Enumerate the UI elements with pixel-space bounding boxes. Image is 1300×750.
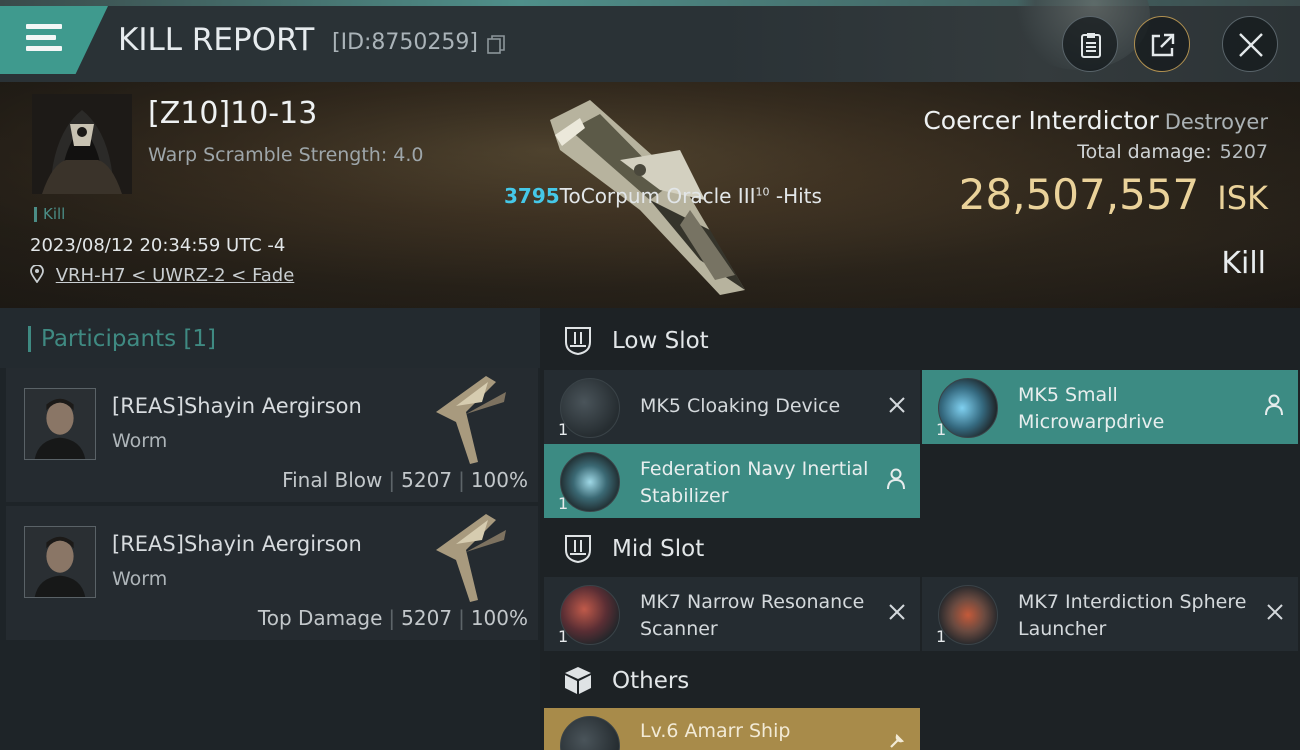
hits-summary: 3795ToCorpum Oracle III10 -Hits (504, 184, 822, 208)
participant-row[interactable]: [REAS]Shayin Aergirson Worm Top Damage | 5… (6, 506, 538, 640)
participant-avatar (24, 388, 96, 460)
isk-value: 28,507,557 (958, 170, 1200, 219)
inertial-stabilizer-icon (560, 452, 620, 512)
ship-type[interactable]: Coercer Interdictor Destroyer (923, 106, 1268, 135)
participant-role: Top Damage (257, 606, 383, 630)
participant-percent: 100% (470, 606, 528, 630)
menu-icon[interactable] (26, 24, 62, 54)
page-title: KILL REPORT (118, 22, 315, 58)
item-quantity: 1 (558, 420, 569, 439)
participant-ship-image (436, 514, 506, 602)
clipboard-button[interactable] (1062, 16, 1118, 72)
participant-avatar (24, 526, 96, 598)
participant-name: [REAS]Shayin Aergirson (112, 394, 362, 418)
mid-slot-label: Mid Slot (612, 536, 705, 562)
other-item[interactable]: Lv.6 Amarr Ship (544, 708, 920, 750)
person-icon[interactable] (1264, 394, 1284, 416)
participant-damage: 5207 (401, 468, 453, 492)
total-damage: Total damage: 5207 (1077, 141, 1268, 163)
kill-tag: Kill (34, 207, 65, 222)
low-slot-label: Low Slot (612, 328, 709, 354)
close-icon (1239, 33, 1263, 57)
participants-title: Participants [1] (28, 326, 216, 352)
fitted-item[interactable]: 1 Federation Navy Inertial Stabilizer (544, 444, 920, 518)
location-link[interactable]: VRH-H7 < UWRZ-2 < Fade (56, 265, 295, 286)
participant-ship-image (436, 376, 506, 464)
cloaking-device-icon (560, 378, 620, 438)
ship-class: Destroyer (1164, 110, 1268, 134)
item-name: Lv.6 Amarr Ship (640, 720, 791, 742)
kill-timestamp: 2023/08/12 20:34:59 UTC -4 (30, 235, 286, 256)
item-name: MK7 Narrow Resonance Scanner (640, 591, 865, 640)
result-label: Kill (1221, 246, 1266, 281)
fitted-item[interactable]: 1 MK5 Small Microwarpdrive (922, 370, 1298, 444)
mid-slot-section: Mid Slot (544, 518, 1300, 580)
mid-slot-icon (565, 535, 591, 564)
isk-unit: ISK (1217, 179, 1268, 217)
participant-percent: 100% (470, 468, 528, 492)
kill-location[interactable]: VRH-H7 < UWRZ-2 < Fade (30, 264, 295, 286)
cube-icon (565, 667, 591, 694)
clipboard-icon (1081, 33, 1101, 58)
hits-weapon: ToCorpum Oracle III (559, 184, 756, 208)
remove-x-icon[interactable] (888, 603, 906, 621)
item-quantity: 1 (558, 627, 569, 646)
low-slot-section: Low Slot (544, 310, 1300, 372)
wrench-icon[interactable] (888, 732, 906, 750)
participant-damage: 5207 (401, 606, 453, 630)
ship-name: Coercer Interdictor (923, 106, 1159, 135)
participant-row[interactable]: [REAS]Shayin Aergirson Worm Final Blow | 5… (6, 368, 538, 502)
resonance-scanner-icon (560, 585, 620, 645)
item-quantity: 1 (936, 420, 947, 439)
item-name: MK5 Cloaking Device (640, 395, 841, 417)
share-icon (1151, 33, 1175, 57)
participant-stats: Top Damage | 5207 | 100% (257, 606, 528, 630)
participant-stats: Final Blow | 5207 | 100% (282, 468, 528, 492)
fitted-item[interactable]: 1 MK7 Narrow Resonance Scanner (544, 577, 920, 651)
copy-icon[interactable] (487, 35, 505, 55)
person-icon[interactable] (886, 468, 906, 490)
participant-ship: Worm (112, 568, 168, 590)
participant-role: Final Blow (282, 468, 383, 492)
remove-x-icon[interactable] (1266, 603, 1284, 621)
hits-weapon-level: 10 (755, 185, 770, 199)
location-pin-icon (30, 264, 44, 284)
participant-name: [REAS]Shayin Aergirson (112, 532, 362, 556)
share-button[interactable] (1134, 16, 1190, 72)
item-quantity: 1 (558, 494, 569, 513)
remove-x-icon[interactable] (888, 396, 906, 414)
sphere-launcher-icon (938, 585, 998, 645)
participant-ship: Worm (112, 430, 168, 452)
header-bar: KILL REPORT [ID:8750259] (0, 0, 1300, 82)
item-name: MK5 Small Microwarpdrive (1018, 384, 1165, 433)
item-name: MK7 Interdiction Sphere Launcher (1018, 591, 1247, 640)
report-id: [ID:8750259] (332, 30, 478, 55)
victim-portrait[interactable] (32, 94, 132, 194)
others-label: Others (612, 668, 690, 694)
amarr-ship-icon (560, 716, 620, 750)
victim-name[interactable]: [Z10]10-13 (148, 96, 317, 131)
close-button[interactable] (1222, 16, 1278, 72)
hits-count: 3795 (504, 184, 560, 208)
hits-suffix: -Hits (769, 184, 822, 208)
low-slot-icon (565, 327, 591, 356)
total-damage-value: 5207 (1219, 141, 1268, 163)
others-section: Others (544, 650, 1300, 712)
fitted-item[interactable]: 1 MK5 Cloaking Device (544, 370, 920, 444)
item-quantity: 1 (936, 627, 947, 646)
microwarpdrive-icon (938, 378, 998, 438)
item-name: Federation Navy Inertial Stabilizer (640, 458, 869, 507)
total-damage-label: Total damage: (1077, 141, 1212, 163)
isk-value-row: 28,507,557 ISK (959, 170, 1268, 219)
fitted-item[interactable]: 1 MK7 Interdiction Sphere Launcher (922, 577, 1298, 651)
warp-scramble-strength: Warp Scramble Strength: 4.0 (148, 144, 424, 166)
